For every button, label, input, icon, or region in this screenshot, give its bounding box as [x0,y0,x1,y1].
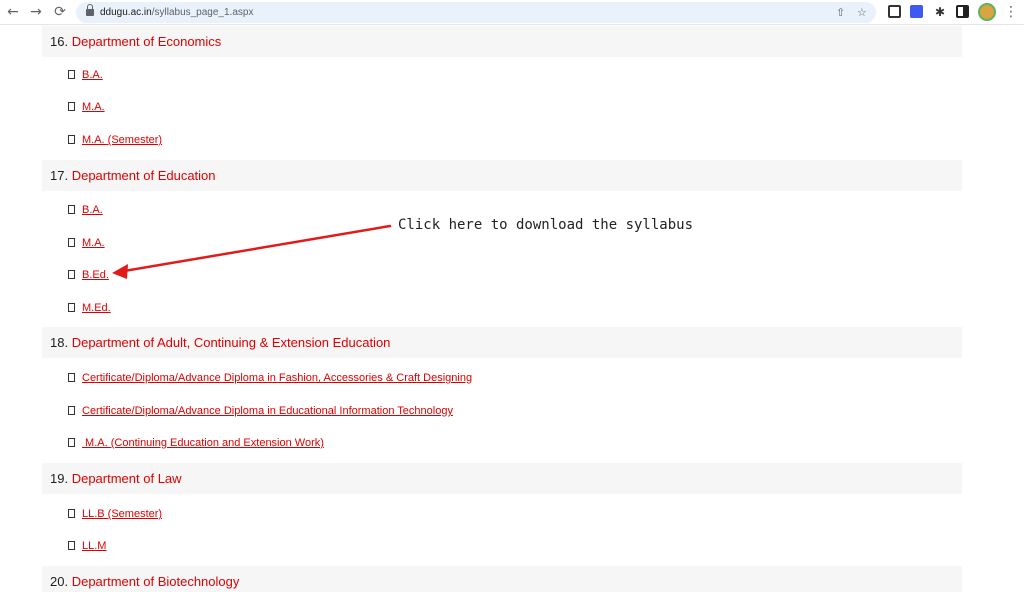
arrow-shaft [122,224,392,273]
arrow-head [112,264,128,279]
annotation-arrow [112,224,392,279]
